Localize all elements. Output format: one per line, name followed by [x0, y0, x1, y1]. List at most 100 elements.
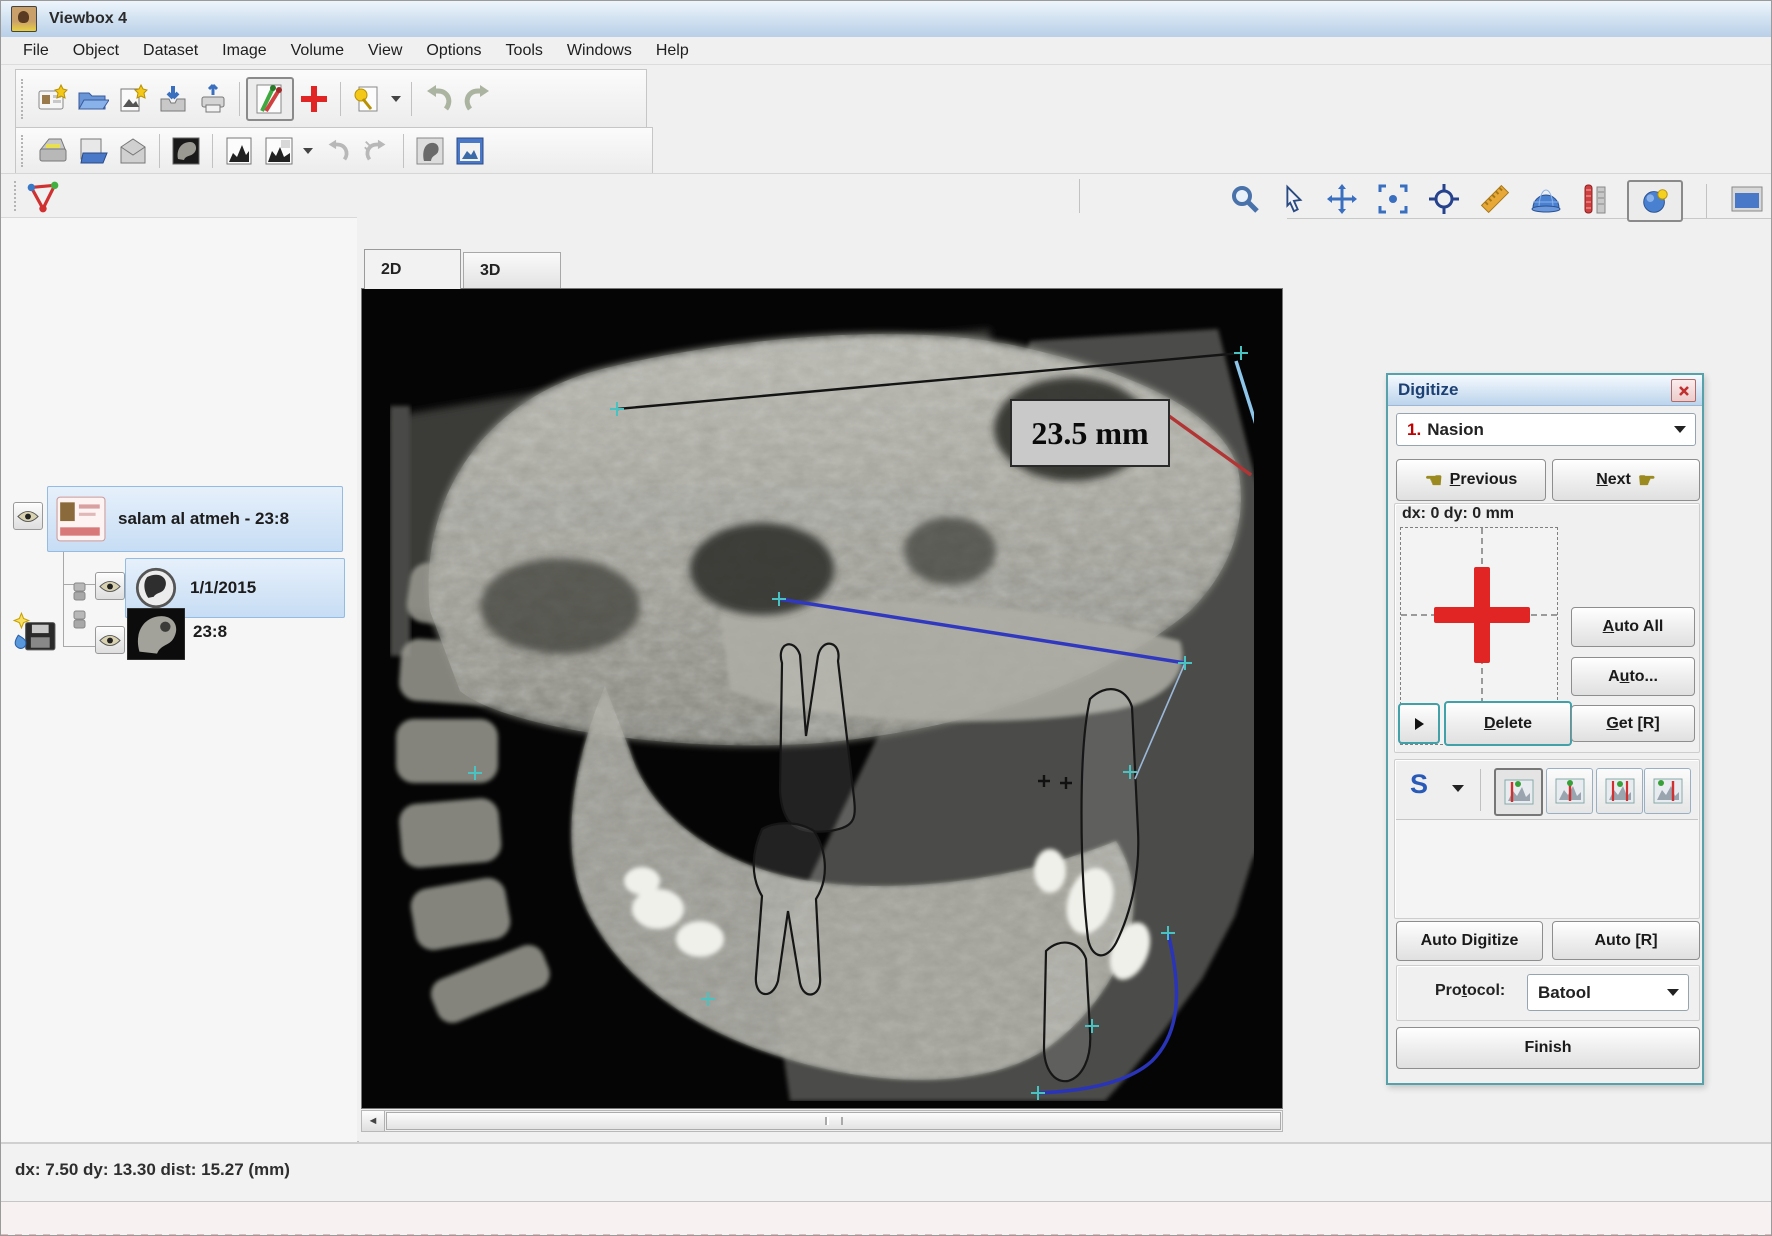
undo-button[interactable]	[418, 79, 458, 119]
menu-object[interactable]: Object	[61, 40, 131, 62]
menu-view[interactable]: View	[356, 40, 414, 62]
add-point-button[interactable]	[294, 79, 334, 119]
analysis-button[interactable]	[25, 179, 61, 220]
superimposition-toolbar: S	[1396, 761, 1698, 820]
s-mode-label[interactable]: S	[1410, 769, 1428, 800]
profile-photo-icon	[414, 135, 446, 167]
view-tools-group	[1229, 180, 1764, 222]
menu-image[interactable]: Image	[210, 40, 278, 62]
annotate-button[interactable]	[347, 79, 387, 119]
import-button[interactable]	[153, 79, 193, 119]
levels-dropdown-caret[interactable]	[303, 148, 313, 154]
protocol-select[interactable]: Batool	[1527, 974, 1689, 1011]
patient-visibility-button[interactable]	[13, 502, 43, 530]
get-r-button[interactable]: Get [R]	[1571, 705, 1695, 742]
previous-button[interactable]: ☚ Previous	[1396, 459, 1546, 501]
s-mode-caret[interactable]	[1452, 785, 1464, 792]
image-visibility-button[interactable]	[95, 626, 125, 654]
structure-view-button-4[interactable]	[1644, 768, 1691, 814]
toolbar-separator	[159, 134, 160, 168]
profile-photo-button[interactable]	[410, 131, 450, 171]
landmark-number: 1.	[1407, 420, 1421, 440]
structure-icon-1	[1504, 779, 1534, 805]
tab-2d[interactable]: 2D	[364, 249, 461, 289]
menu-volume[interactable]: Volume	[279, 40, 356, 62]
save-image-button[interactable]	[73, 131, 113, 171]
canvas-horizontal-scrollbar[interactable]: ◄	[361, 1110, 1283, 1132]
digitize-title-bar[interactable]: Digitize	[1388, 375, 1702, 406]
tree-item-patient[interactable]: salam al atmeh - 23:8	[47, 486, 343, 552]
menu-help[interactable]: Help	[644, 40, 701, 62]
digitize-mode-button[interactable]	[246, 77, 294, 121]
scroll-left-arrow[interactable]: ◄	[362, 1111, 385, 1131]
menu-windows[interactable]: Windows	[555, 40, 644, 62]
toolbar-grip[interactable]	[14, 181, 19, 211]
annotate-dropdown-caret[interactable]	[391, 96, 401, 102]
structure-view-button-3[interactable]	[1596, 768, 1643, 814]
print-icon	[197, 83, 229, 115]
volume-view-button[interactable]	[166, 131, 206, 171]
tree-connector	[63, 646, 95, 647]
window-tool-button[interactable]	[1730, 183, 1764, 220]
image-window-button[interactable]	[450, 131, 490, 171]
finish-button[interactable]: Finish	[1396, 1027, 1700, 1069]
landmark-select[interactable]: 1. Nasion	[1396, 413, 1696, 446]
import-icon	[157, 83, 189, 115]
delete-button[interactable]: Delete	[1444, 701, 1572, 746]
zoom-tool-button[interactable]	[1229, 183, 1261, 220]
superimposition-groupbox: S	[1394, 759, 1700, 919]
crosshair-target-icon	[1427, 182, 1461, 216]
tab-3d[interactable]: 3D	[463, 252, 561, 289]
pan-tool-button[interactable]	[1325, 182, 1359, 221]
mail-image-button[interactable]	[113, 131, 153, 171]
acquire-image-button[interactable]	[113, 79, 153, 119]
study-visibility-button[interactable]	[95, 572, 125, 600]
viewbox-app-window: Viewbox 4 File Object Dataset Image Volu…	[0, 0, 1772, 1236]
scrollbar-thumb[interactable]	[386, 1112, 1281, 1130]
digitize-pens-icon	[253, 82, 287, 116]
status-bar: dx: 7.50 dy: 13.30 dist: 15.27 (mm)	[1, 1142, 1772, 1203]
scanner-button[interactable]	[33, 131, 73, 171]
app-icon	[11, 6, 37, 32]
structure-view-button-2[interactable]	[1546, 768, 1593, 814]
xray-thumbnail	[127, 608, 185, 660]
digitize-close-button[interactable]	[1671, 379, 1696, 402]
link-icon	[71, 610, 88, 634]
auto-button[interactable]: Auto...	[1571, 657, 1695, 696]
rotate-left-button[interactable]	[317, 131, 357, 171]
menu-options[interactable]: Options	[414, 40, 493, 62]
rotate-right-button[interactable]	[357, 131, 397, 171]
auto-digitize-button[interactable]: Auto Digitize	[1396, 921, 1543, 961]
tree-item-image[interactable]	[127, 608, 185, 665]
toolbar-grip[interactable]	[21, 135, 26, 167]
structure-view-button-1[interactable]	[1494, 768, 1543, 816]
mesh-tool-button[interactable]	[1529, 182, 1563, 221]
density-tool-button[interactable]	[1580, 182, 1610, 221]
open-button[interactable]	[73, 79, 113, 119]
save-annotations-button[interactable]	[11, 610, 57, 657]
new-patient-button[interactable]	[33, 79, 73, 119]
menu-tools[interactable]: Tools	[494, 40, 555, 62]
next-button[interactable]: Next ☛	[1552, 459, 1700, 501]
image-canvas[interactable]: 23.5 mm	[361, 288, 1283, 1109]
structure-icon-4	[1653, 778, 1683, 804]
pointer-tool-button[interactable]	[1278, 184, 1308, 219]
bottom-strip	[1, 1201, 1772, 1236]
play-button[interactable]	[1398, 703, 1440, 744]
fit-view-button[interactable]	[1376, 182, 1410, 221]
new-patient-icon	[37, 83, 69, 115]
ruler-tool-button[interactable]	[1478, 182, 1512, 221]
toolbar-grip[interactable]	[21, 79, 26, 120]
redo-button[interactable]	[458, 79, 498, 119]
menu-file[interactable]: File	[11, 40, 61, 62]
histogram-button[interactable]	[219, 131, 259, 171]
render-options-button[interactable]	[1627, 180, 1683, 222]
auto-all-button[interactable]: Auto All	[1571, 607, 1695, 647]
print-button[interactable]	[193, 79, 233, 119]
center-target-button[interactable]	[1427, 182, 1461, 221]
menu-dataset[interactable]: Dataset	[131, 40, 210, 62]
auto-r-button[interactable]: Auto [R]	[1552, 921, 1700, 960]
title-bar: Viewbox 4	[1, 1, 1771, 38]
levels-button[interactable]	[259, 131, 299, 171]
link-icon	[71, 582, 88, 606]
